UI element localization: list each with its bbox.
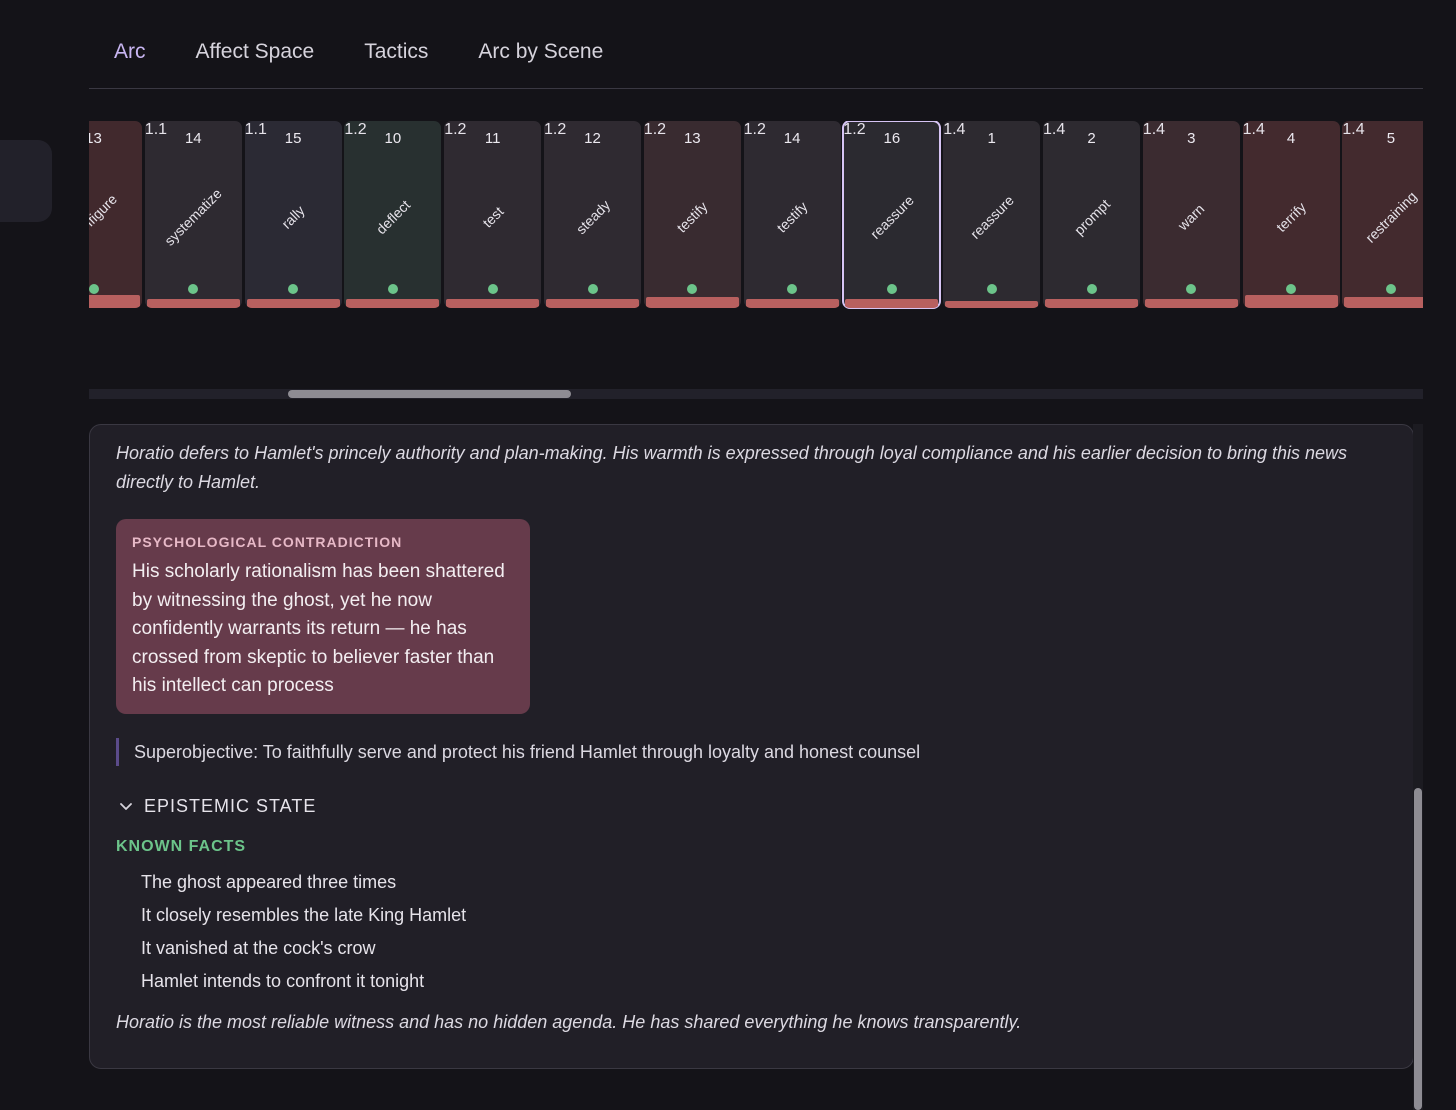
beat-card[interactable]: 15 rally [244,121,342,308]
beat-card[interactable]: 14 testify [743,121,841,308]
tab-affect-space[interactable]: Affect Space [171,30,340,88]
beat-tactic-label: test [479,203,507,231]
beat-intensity-bar [945,301,1039,308]
beat-status-dot [89,284,99,294]
view-tabs: Arc Affect Space Tactics Arc by Scene [89,30,1423,89]
beat-detail-panel: Horatio defers to Hamlet's princely auth… [89,424,1414,1069]
beat-scene-value: 1.2 [743,121,766,138]
beat-scene-value: 1.4 [1142,121,1166,138]
beat-status-dot [687,284,698,294]
beat-intensity-bar [1045,299,1138,308]
beat-intensity-bar [346,299,440,308]
beat-number: 13 [89,130,102,147]
beat-scene-value: 1.4 [1242,121,1265,138]
beat-tactic-label: testify [673,198,711,236]
beat-tactic-label: reassure [866,192,917,242]
beat-intensity-bar [446,299,540,308]
beat-card[interactable]: 14 systematize [144,121,242,308]
beat-card[interactable]: 16 reassure [842,121,942,309]
beat-intensity-bar [1244,295,1338,308]
beat-status-dot [1086,284,1097,294]
detail-vertical-scrollbar[interactable] [1413,424,1423,1110]
beat-card[interactable]: 10 deflect [344,121,442,308]
list-item: Hamlet intends to confront it tonight [141,971,425,991]
vertical-scroll-thumb[interactable] [1414,788,1422,1110]
beat-card[interactable]: 5 restraining [1342,121,1423,308]
beat-intensity-bar [546,299,639,308]
beat-tactic-label: rally [278,202,308,232]
beat-scene-value: 1.1 [144,121,168,138]
horizontal-scroll-thumb[interactable] [288,390,571,398]
beat-tactic-label: steady [572,196,613,238]
beat-tactic-label: testify [773,198,811,236]
beat-status-dot [387,284,398,294]
beat-scene-value: 1.2 [444,121,467,138]
sidebar-panel-stub [0,140,52,222]
beat-scene-value: 1.1 [244,121,267,138]
list-item: It vanished at the cock's crow [141,938,376,958]
beat-strip-scrollbar[interactable] [89,389,1423,399]
beat-intensity-bar [845,299,939,308]
beat-scene-value: 1.2 [843,121,866,138]
beat-card[interactable]: 13 configure [89,121,142,308]
beat-status-dot [188,284,199,294]
contradiction-card: PSYCHOLOGICAL CONTRADICTION His scholarl… [116,519,530,714]
contradiction-label: PSYCHOLOGICAL CONTRADICTION [132,534,403,550]
contradiction-text: His scholarly rationalism has been shatt… [132,561,505,696]
epistemic-state-title: EPISTEMIC STATE [144,795,317,816]
beat-status-dot [1286,284,1297,294]
tab-tactics[interactable]: Tactics [339,30,453,88]
beat-intensity-bar [146,299,240,308]
beat-status-dot [787,284,798,294]
known-facts-list: The ghost appeared three times It closel… [141,866,466,998]
beat-tactic-label: terrify [1273,198,1310,236]
beat-intensity-bar [1344,297,1423,308]
beat-summary: Horatio defers to Hamlet's princely auth… [116,443,1348,492]
epistemic-summary: Horatio is the most reliable witness and… [116,1012,1022,1032]
beat-status-dot [1385,284,1396,294]
list-item: The ghost appeared three times [141,872,397,892]
beat-tactic-label: reassure [966,192,1017,242]
beat-intensity-bar [745,299,839,308]
beat-status-dot [1186,284,1197,294]
beat-intensity-bar [645,297,739,308]
beat-status-dot [587,284,598,294]
beat-status-dot [487,284,498,294]
beat-card[interactable]: 1 reassure [943,121,1041,308]
beat-status-dot [886,284,897,294]
beat-tactic-label: prompt [1070,195,1113,239]
tab-arc-by-scene[interactable]: Arc by Scene [453,30,628,88]
beat-tactic-label: restraining [1362,188,1420,246]
tab-arc[interactable]: Arc [89,30,171,88]
beat-card[interactable]: 13 testify [643,121,741,308]
beat-intensity-bar [1144,299,1238,308]
beat-strip: 13configure1.114systematize1.115rally1.1… [89,121,1423,341]
list-item: It closely resembles the late King Hamle… [141,905,467,925]
beat-card[interactable]: 4 terrify [1242,121,1340,308]
beat-intensity-bar [246,299,340,308]
beat-scene-value: 1.4 [1043,121,1066,138]
beat-scene-value: 1.2 [544,121,567,138]
epistemic-state-toggle[interactable]: EPISTEMIC STATE [118,793,316,819]
chevron-down-icon [120,803,132,810]
beat-tactic-label: warn [1174,200,1208,234]
beat-card[interactable]: 3 warn [1142,121,1240,308]
beat-scene-value: 1.2 [344,121,367,138]
beat-status-dot [288,284,299,294]
beat-card[interactable]: 11 test [444,121,542,308]
known-facts-heading: KNOWN FACTS [116,838,247,855]
beat-scene-value: 1.2 [643,121,667,138]
beat-card[interactable]: 12 steady [544,121,641,308]
beat-intensity-bar [89,295,140,308]
superobjective-quote: Superobjective: To faithfully serve and … [116,738,920,766]
beat-scene-value: 1.4 [1342,121,1365,138]
beat-tactic-label: configure [89,190,120,244]
beat-scene-value: 1.4 [943,121,966,138]
beat-status-dot [986,284,997,294]
beat-tactic-label: systematize [161,185,226,249]
beat-card[interactable]: 2 prompt [1043,121,1140,308]
beat-tactic-label: deflect [372,196,414,238]
